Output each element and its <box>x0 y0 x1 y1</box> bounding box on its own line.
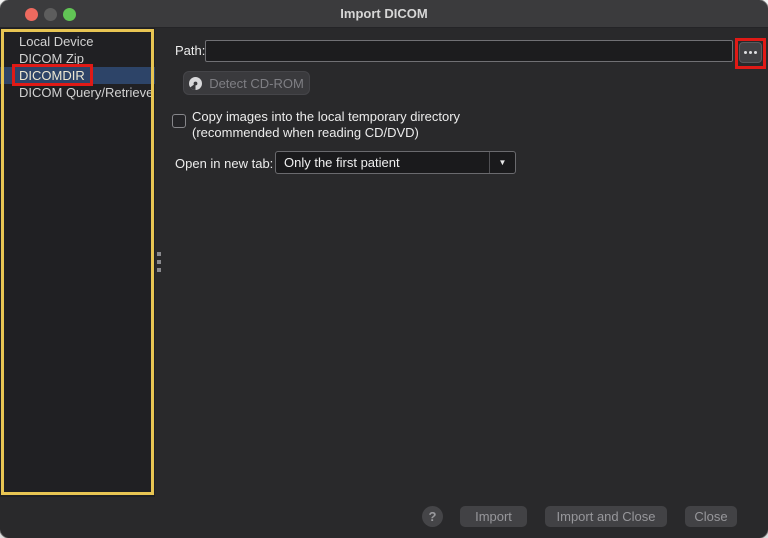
source-sidebar: Local Device DICOM Zip DICOMDIR DICOM Qu… <box>0 28 155 497</box>
ellipsis-icon <box>744 51 747 54</box>
splitter-dots-icon <box>157 248 161 276</box>
path-input[interactable] <box>205 40 733 62</box>
sidebar-item-dicom-zip[interactable]: DICOM Zip <box>0 50 155 67</box>
open-in-new-tab-value: Only the first patient <box>276 152 489 173</box>
chevron-down-icon: ▼ <box>489 152 515 173</box>
detect-cdrom-label: Detect CD-ROM <box>209 76 304 91</box>
copy-images-label-line1: Copy images into the local temporary dir… <box>192 109 460 125</box>
sidebar-item-dicomdir[interactable]: DICOMDIR <box>0 67 155 84</box>
copy-images-label: Copy images into the local temporary dir… <box>192 109 460 141</box>
copy-images-checkbox[interactable] <box>172 114 186 128</box>
path-label: Path: <box>175 43 205 58</box>
browse-button[interactable] <box>739 42 762 63</box>
close-button[interactable]: Close <box>685 506 737 527</box>
sidebar-item-dicom-query-retrieve[interactable]: DICOM Query/Retrieve <box>0 84 155 101</box>
sidebar-item-local-device[interactable]: Local Device <box>0 33 155 50</box>
import-button[interactable]: Import <box>460 506 527 527</box>
copy-images-label-line2: (recommended when reading CD/DVD) <box>192 125 460 141</box>
open-in-new-tab-label: Open in new tab: <box>175 156 273 171</box>
cd-disc-icon <box>189 77 202 90</box>
titlebar[interactable]: Import DICOM <box>0 0 768 28</box>
source-list: Local Device DICOM Zip DICOMDIR DICOM Qu… <box>0 33 155 101</box>
import-and-close-button[interactable]: Import and Close <box>545 506 667 527</box>
dialog-body: Local Device DICOM Zip DICOMDIR DICOM Qu… <box>0 28 768 538</box>
detect-cdrom-button[interactable]: Detect CD-ROM <box>183 71 310 95</box>
help-button[interactable]: ? <box>422 506 443 527</box>
open-in-new-tab-select[interactable]: Only the first patient ▼ <box>275 151 516 174</box>
window-title: Import DICOM <box>0 0 768 28</box>
import-dicom-dialog: Import DICOM Local Device DICOM Zip DICO… <box>0 0 768 538</box>
splitter-handle[interactable] <box>155 28 164 497</box>
